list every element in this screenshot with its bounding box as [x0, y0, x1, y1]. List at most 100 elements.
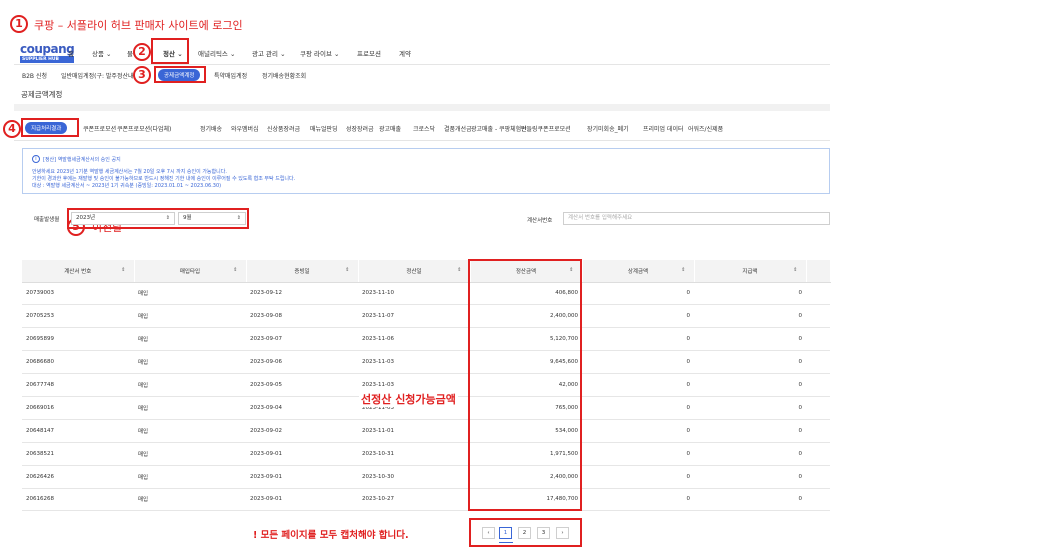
column-header[interactable]: 지급액 ⇕	[694, 260, 807, 283]
table-cell: 2023-09-07	[246, 327, 358, 352]
table-cell-overflow	[806, 488, 830, 512]
deduction-tab[interactable]: 결품개선금	[444, 124, 472, 133]
table-cell: 0	[582, 373, 694, 397]
step2-marker: 2	[133, 43, 151, 61]
prev-page-button[interactable]: ‹	[482, 527, 495, 539]
deduction-tab[interactable]: 쿠폰프로모션	[83, 124, 116, 133]
table-cell: 20677748	[22, 373, 134, 397]
sort-icon[interactable]: ⇕	[457, 267, 461, 273]
menu-ads[interactable]: 광고 관리 ⌄	[252, 48, 286, 58]
table-cell: 0	[694, 396, 806, 420]
submenu-b2b[interactable]: B2B 신청	[22, 71, 47, 80]
deduction-tab[interactable]: 프리미엄 데이터	[643, 124, 684, 133]
table-row[interactable]: 20626426 매입 2023-09-01 2023-10-30 2,400,000 0…	[22, 465, 830, 489]
column-header[interactable]: 정산일 ⇕	[358, 260, 471, 283]
section-divider	[14, 104, 830, 111]
menu-products[interactable]: 상품 ⌄	[92, 48, 112, 58]
table-cell: 2023-11-06	[358, 327, 470, 352]
next-page-button[interactable]: ›	[556, 527, 569, 539]
chevron-down-icon: ⌄	[280, 50, 286, 58]
table-row[interactable]: 20695899 매입 2023-09-07 2023-11-06 5,120,700 0…	[22, 327, 830, 352]
deduction-tab[interactable]: 크로스닥	[413, 124, 435, 133]
column-header-label: 매입타입	[179, 268, 201, 275]
table-row[interactable]: 20686680 매입 2023-09-06 2023-11-03 9,645,600 0…	[22, 350, 830, 375]
chevron-down-icon: ⌄	[229, 50, 236, 58]
table-row[interactable]: 20705253 매입 2023-09-08 2023-11-07 2,400,000 0…	[22, 304, 830, 329]
table-cell: 2023-09-01	[246, 442, 358, 466]
menu-live[interactable]: 쿠팡 라이브 ⌄	[300, 48, 340, 58]
deduction-tab[interactable]: 어워즈/신제품	[688, 124, 723, 133]
invoice-filter-label: 계산서번호	[527, 218, 553, 224]
deduction-tab[interactable]: 광고매출	[379, 124, 401, 133]
coupang-logo[interactable]: coupang SUPPLIER HUB	[20, 42, 75, 63]
chevron-down-icon: ⌄	[106, 50, 112, 58]
menu-analytics[interactable]: 애널리틱스 ⌄	[198, 48, 235, 58]
page-3-button[interactable]: 3	[537, 527, 550, 539]
table-row[interactable]: 20648147 매입 2023-09-02 2023-11-01 534,000 0 0	[22, 419, 830, 443]
table-cell: 0	[694, 304, 806, 329]
table-cell: 매입	[134, 350, 246, 375]
table-cell-overflow	[806, 327, 830, 352]
table-row[interactable]: 20638521 매입 2023-09-01 2023-10-31 1,971,500 0…	[22, 442, 830, 466]
table-cell: 2023-09-01	[246, 465, 358, 489]
invoice-search-input[interactable]: 계산서 번호를 입력해주세요	[563, 212, 830, 225]
deduction-tab[interactable]: 신상품장려금	[267, 124, 300, 133]
page-1-button[interactable]: 1	[499, 527, 512, 539]
page-2-button[interactable]: 2	[518, 527, 531, 539]
tab-payment-result[interactable]: 지급처리결과	[25, 122, 68, 134]
column-header[interactable]: 상계금액 ⇕	[582, 260, 695, 283]
column-header-overflow	[806, 260, 831, 283]
column-header[interactable]: 증빙일 ⇕	[246, 260, 359, 283]
column-header[interactable]: 계산서 번호 ⇕	[22, 260, 135, 283]
deduction-tab[interactable]: 와우멤버십	[231, 124, 259, 133]
submenu-deduction-active[interactable]: 공제금액계정	[158, 69, 201, 81]
deduction-tab[interactable]: 장기미회송_폐기	[587, 124, 629, 133]
menu-promotion[interactable]: 프로모션	[357, 48, 381, 58]
table-row[interactable]: 20739003 매입 2023-09-12 2023-11-10 406,800 0 0	[22, 282, 830, 306]
menu-settlement[interactable]: 정산 ⌄	[163, 48, 183, 58]
deduction-tab[interactable]: 쿠폰프로모션(다업체)	[117, 124, 171, 133]
table-cell: 0	[694, 350, 806, 375]
submenu-general-purchase[interactable]: 일반매입계정(구: 발주정산내역)	[61, 71, 141, 80]
table-cell-overflow	[806, 419, 830, 443]
amount-column-highlight	[468, 259, 582, 511]
notice-line: 안녕하세요 2023년 1기분 역발행 세금계산서는 7월 20일 오후 7시 …	[32, 169, 227, 175]
logo-subtext: SUPPLIER HUB	[20, 56, 75, 63]
sort-icon[interactable]: ⇕	[121, 267, 125, 273]
table-cell: 0	[694, 442, 806, 466]
notice-box: i [정산] 역발행세금계산서의 승인 공지 안녕하세요 2023년 1기분 역…	[22, 148, 830, 194]
sort-icon[interactable]: ⇕	[345, 267, 349, 273]
table-cell: 0	[582, 350, 694, 375]
deduction-tab[interactable]: 성장장려금	[346, 124, 374, 133]
sort-icon[interactable]: ⇕	[681, 267, 685, 273]
chevron-down-icon: ⌄	[177, 50, 183, 58]
sort-arrows-icon: ⇕	[236, 215, 241, 221]
deduction-tab[interactable]: 매뉴얼판딩	[310, 124, 338, 133]
table-cell: 매입	[134, 465, 246, 489]
table-cell: 2023-11-07	[358, 304, 470, 329]
deduction-tab[interactable]: 번들링쿠폰프로모션	[521, 124, 571, 133]
menu-home[interactable]: 홈	[68, 48, 74, 58]
table-cell: 매입	[134, 419, 246, 443]
submenu-special-purchase[interactable]: 특약매입계정	[214, 71, 247, 80]
table-cell: 2023-10-27	[358, 488, 470, 512]
table-cell: 0	[582, 282, 694, 306]
table-row[interactable]: 20616268 매입 2023-09-01 2023-10-27 17,480,700…	[22, 488, 830, 512]
step4-marker: 4	[3, 120, 21, 138]
submenu-subscription-status[interactable]: 정기배송현황조회	[262, 71, 306, 80]
deduction-tab[interactable]: 광고매출 - 쿠팡체험단	[471, 124, 527, 133]
table-cell-overflow	[806, 350, 830, 375]
sort-icon[interactable]: ⇕	[233, 267, 237, 273]
month-select[interactable]: 9월 ⇕	[178, 212, 246, 225]
sort-icon[interactable]: ⇕	[793, 267, 797, 273]
sort-arrows-icon: ⇕	[165, 215, 170, 221]
column-header[interactable]: 매입타입 ⇕	[134, 260, 247, 283]
menu-contract[interactable]: 계약	[399, 48, 411, 58]
column-header-label: 정산일	[406, 268, 422, 275]
year-select[interactable]: 2023년 ⇕	[71, 212, 175, 225]
table-cell: 0	[694, 419, 806, 443]
table-cell-overflow	[806, 304, 830, 329]
table-cell: 0	[582, 419, 694, 443]
menu-label: 쿠팡 라이브	[300, 50, 332, 58]
deduction-tab[interactable]: 정기배송	[200, 124, 222, 133]
